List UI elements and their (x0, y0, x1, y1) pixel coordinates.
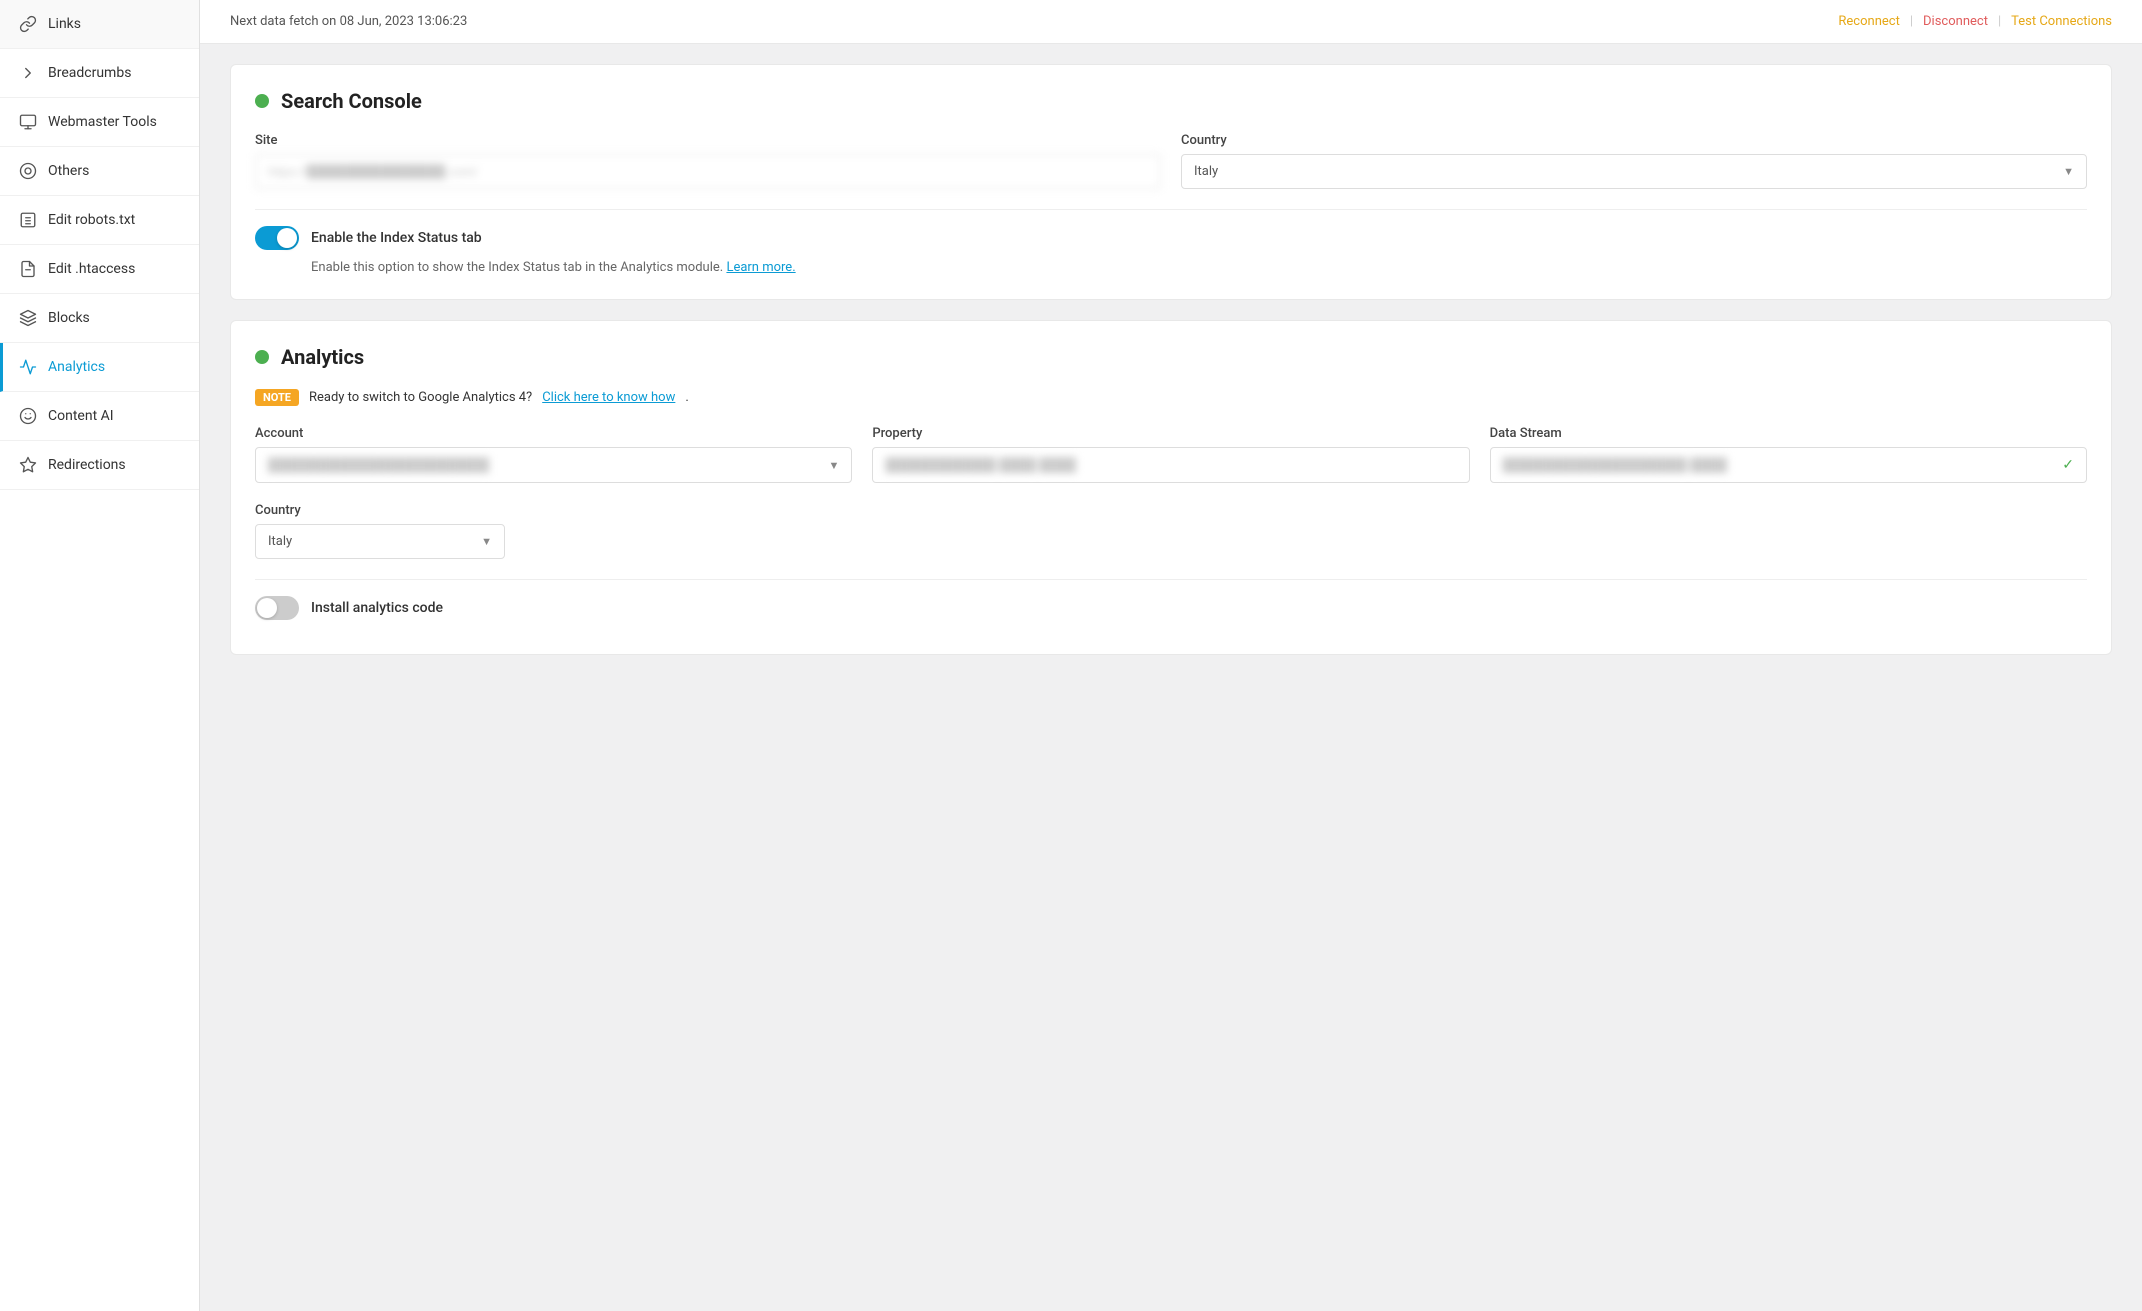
sidebar-item-label: Others (48, 163, 89, 179)
install-analytics-toggle[interactable] (255, 596, 299, 620)
blocks-icon (18, 308, 38, 328)
analytics-country-value: Italy (268, 534, 292, 549)
property-label: Property (872, 426, 1469, 441)
sidebar-item-label: Links (48, 16, 81, 32)
analytics-card: Analytics Note Ready to switch to Google… (230, 320, 2112, 655)
sidebar-item-label: Edit .htaccess (48, 261, 135, 277)
index-status-toggle-row: Enable the Index Status tab (255, 226, 2087, 250)
breadcrumbs-icon (18, 63, 38, 83)
note-badge: Note (255, 389, 299, 406)
index-status-toggle-desc: Enable this option to show the Index Sta… (311, 260, 2087, 275)
index-status-toggle[interactable] (255, 226, 299, 250)
sidebar-item-label: Analytics (48, 359, 105, 375)
sidebar-item-analytics[interactable]: Analytics (0, 343, 199, 392)
search-console-card: Search Console Site Country Italy ▼ (230, 64, 2112, 300)
analytics-country-label: Country (255, 503, 505, 518)
analytics-country-field-group: Country Italy ▼ (255, 503, 505, 559)
analytics-header: Analytics (255, 345, 2087, 369)
search-console-header: Search Console (255, 89, 2087, 113)
install-analytics-label: Install analytics code (311, 600, 443, 616)
sidebar-item-others[interactable]: Others (0, 147, 199, 196)
account-field-group: Account ████████████████████████ ▼ (255, 426, 852, 483)
site-field-group: Site (255, 133, 1161, 189)
sidebar-item-label: Edit robots.txt (48, 212, 135, 228)
test-connections-button[interactable]: Test Connections (2011, 14, 2112, 29)
main-panel: Next data fetch on 08 Jun, 2023 13:06:23… (200, 0, 2142, 1311)
note-banner: Note Ready to switch to Google Analytics… (255, 389, 2087, 406)
country-value: Italy (1194, 164, 1218, 179)
sidebar-item-label: Webmaster Tools (48, 114, 157, 130)
learn-more-link[interactable]: Learn more. (726, 260, 795, 275)
robots-icon (18, 210, 38, 230)
sidebar-item-webmaster-tools[interactable]: Webmaster Tools (0, 98, 199, 147)
site-label: Site (255, 133, 1161, 148)
next-fetch-text: Next data fetch on 08 Jun, 2023 13:06:23 (230, 14, 467, 29)
analytics-top-form-row: Account ████████████████████████ ▼ Prope… (255, 426, 2087, 483)
chevron-down-icon: ▼ (828, 459, 839, 472)
search-console-title: Search Console (281, 89, 422, 113)
analytics-status-dot (255, 350, 269, 364)
sidebar-item-label: Breadcrumbs (48, 65, 131, 81)
sidebar-item-content-ai[interactable]: Content AI (0, 392, 199, 441)
site-input[interactable] (255, 154, 1161, 189)
sidebar-item-label: Blocks (48, 310, 90, 326)
sidebar-item-edit-htaccess[interactable]: Edit .htaccess (0, 245, 199, 294)
country-field-group: Country Italy ▼ (1181, 133, 2087, 189)
htaccess-icon (18, 259, 38, 279)
sidebar-item-blocks[interactable]: Blocks (0, 294, 199, 343)
analytics-icon (18, 357, 38, 377)
sidebar-item-links[interactable]: Links (0, 0, 199, 49)
data-stream-field-group: Data Stream ████████████████████ ████ ✓ (1490, 426, 2087, 483)
sidebar-item-label: Redirections (48, 457, 126, 473)
property-field[interactable]: ████████████ ████ ████ (872, 447, 1469, 483)
sidebar: Links Breadcrumbs Webmaster Tools Others… (0, 0, 200, 1311)
account-value: ████████████████████████ (268, 457, 828, 473)
redirections-icon (18, 455, 38, 475)
others-icon (18, 161, 38, 181)
data-stream-label: Data Stream (1490, 426, 2087, 441)
toggle-knob (277, 228, 297, 248)
analytics-country-form-row: Country Italy ▼ (255, 503, 2087, 559)
main-content: Search Console Site Country Italy ▼ (200, 44, 2142, 1311)
sidebar-item-redirections[interactable]: Redirections (0, 441, 199, 490)
divider-2 (255, 579, 2087, 580)
note-link[interactable]: Click here to know how (542, 390, 675, 405)
sidebar-item-breadcrumbs[interactable]: Breadcrumbs (0, 49, 199, 98)
search-console-status-dot (255, 94, 269, 108)
sidebar-item-edit-robots[interactable]: Edit robots.txt (0, 196, 199, 245)
analytics-country-select[interactable]: Italy ▼ (255, 524, 505, 559)
analytics-title: Analytics (281, 345, 364, 369)
webmaster-tools-icon (18, 112, 38, 132)
toggle-desc-text: Enable this option to show the Index Sta… (311, 260, 723, 275)
account-select[interactable]: ████████████████████████ ▼ (255, 447, 852, 483)
index-status-toggle-label: Enable the Index Status tab (311, 230, 482, 246)
chevron-down-icon: ▼ (481, 535, 492, 548)
disconnect-button[interactable]: Disconnect (1923, 14, 1988, 29)
note-text: Ready to switch to Google Analytics 4? (309, 390, 532, 405)
account-label: Account (255, 426, 852, 441)
property-value: ████████████ ████ ████ (885, 457, 1456, 473)
separator-2: | (1998, 14, 2001, 29)
install-analytics-toggle-row: Install analytics code (255, 596, 2087, 620)
sidebar-item-label: Content AI (48, 408, 114, 424)
chevron-down-icon: ▼ (2063, 165, 2074, 178)
content-ai-icon (18, 406, 38, 426)
country-label: Country (1181, 133, 2087, 148)
note-period: . (685, 390, 688, 405)
property-field-group: Property ████████████ ████ ████ (872, 426, 1469, 483)
links-icon (18, 14, 38, 34)
data-stream-field[interactable]: ████████████████████ ████ ✓ (1490, 447, 2087, 483)
topbar: Next data fetch on 08 Jun, 2023 13:06:23… (200, 0, 2142, 44)
reconnect-button[interactable]: Reconnect (1838, 14, 1899, 29)
country-select[interactable]: Italy ▼ (1181, 154, 2087, 189)
separator-1: | (1910, 14, 1913, 29)
divider-1 (255, 209, 2087, 210)
data-stream-value: ████████████████████ ████ (1503, 457, 2055, 473)
topbar-actions: Reconnect | Disconnect | Test Connection… (1838, 14, 2112, 29)
search-console-form-row: Site Country Italy ▼ (255, 133, 2087, 189)
toggle-knob-2 (257, 598, 277, 618)
checkmark-icon: ✓ (2062, 457, 2074, 473)
